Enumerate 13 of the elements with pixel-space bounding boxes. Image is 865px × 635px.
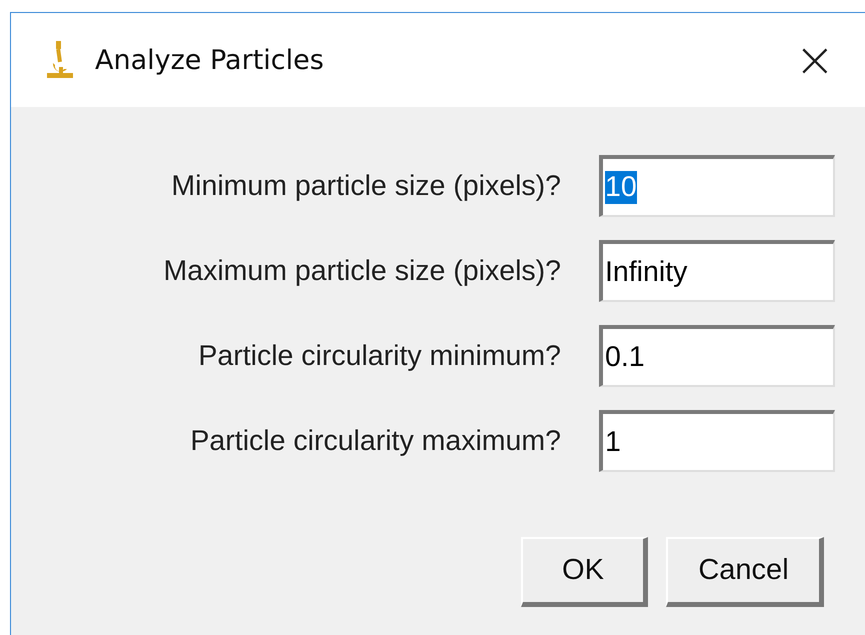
input-field[interactable]: 1 <box>599 410 835 472</box>
field-label: Particle circularity minimum? <box>198 340 561 372</box>
cancel-button[interactable]: Cancel <box>666 537 824 607</box>
input-field[interactable]: 0.1 <box>599 325 835 387</box>
close-button[interactable]: × <box>790 36 839 84</box>
input-field[interactable]: Infinity <box>599 240 835 302</box>
ok-button[interactable]: OK <box>521 537 648 607</box>
field-label: Minimum particle size (pixels)? <box>171 170 561 202</box>
window-title: Analyze Particles <box>95 44 325 76</box>
input-field[interactable]: 10 <box>599 155 835 217</box>
microscope-icon <box>45 41 75 79</box>
field-label: Particle circularity maximum? <box>190 424 561 458</box>
field-label: Maximum particle size (pixels)? <box>163 254 561 288</box>
